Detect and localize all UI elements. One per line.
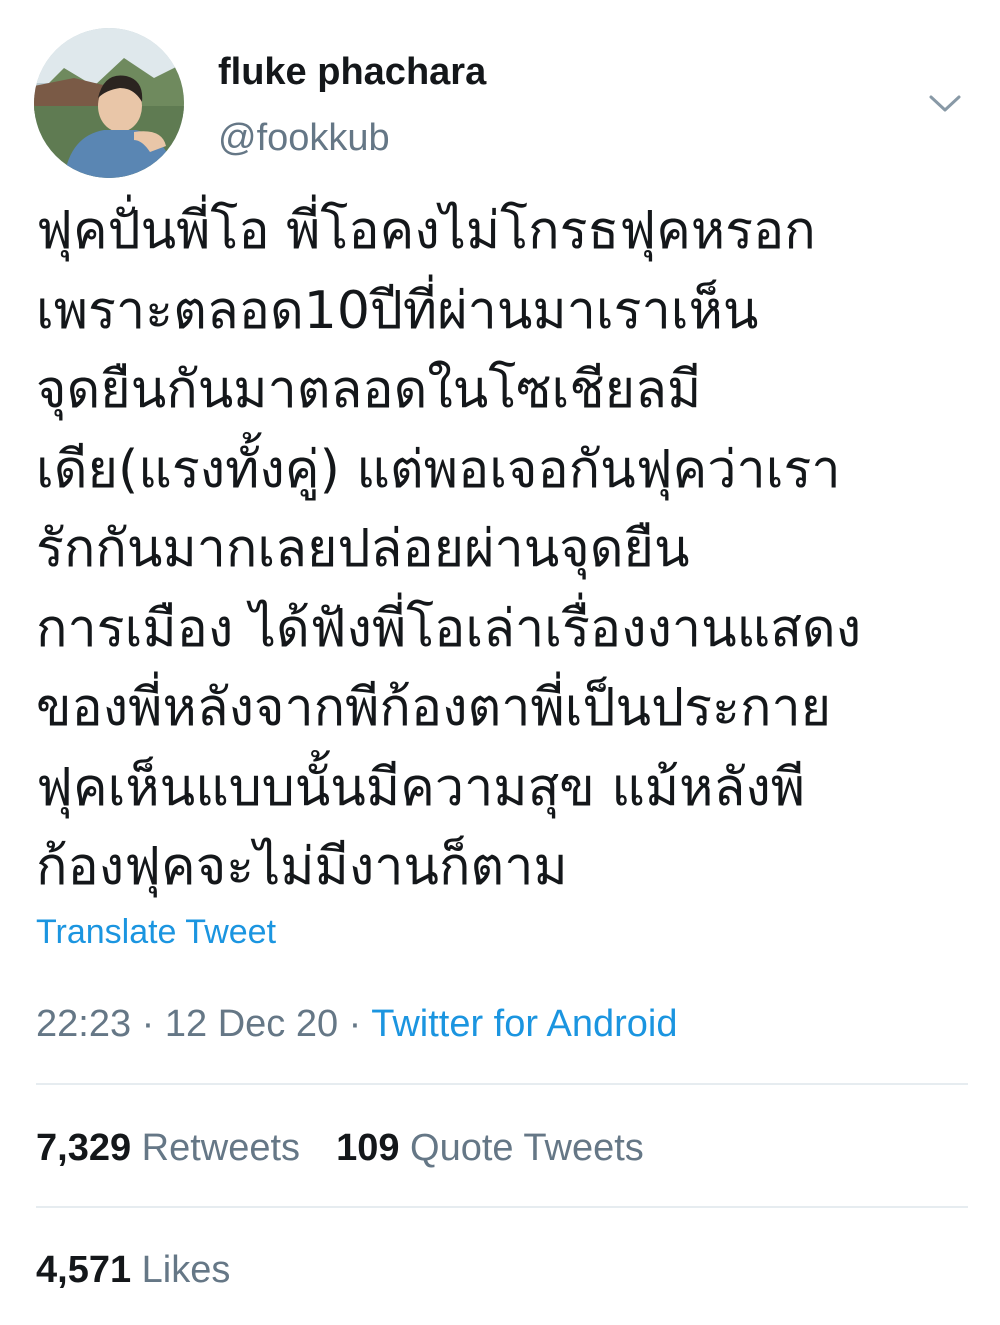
engagement-stats: 7,329 Retweets 109 Quote Tweets [36,1124,644,1172]
tweet-line: รักกันมากเลยปล่อยผ่านจุดยืน [36,519,690,579]
likes-label: Likes [131,1249,231,1291]
tweet-line: ฟุคเห็นแบบนั้นมีความสุข แม้หลังพี [36,757,805,818]
retweets-label: Retweets [131,1127,301,1169]
likes-row: 4,571 Likes [36,1246,230,1294]
user-handle[interactable]: @fookkub [218,114,390,162]
tweet-text: ฟุคปั่นพี่โอ พี่โอคงไม่โกรธฟุคหรอก เพราะ… [36,192,976,908]
translate-tweet-link[interactable]: Translate Tweet [36,910,276,954]
avatar[interactable] [34,28,184,178]
quote-tweets-count: 109 [336,1127,400,1169]
display-name[interactable]: fluke phachara [218,48,486,96]
tweet-line: ฟุคปั่นพี่โอ พี่โอคงไม่โกรธฟุคหรอก [36,201,816,261]
likes-stat[interactable]: 4,571 Likes [36,1246,230,1294]
divider [36,1083,968,1085]
retweets-stat[interactable]: 7,329 Retweets [36,1124,300,1172]
tweet-line: ก้องฟุคจะไม่มีงานก็ตาม [36,837,568,897]
quote-tweets-label: Quote Tweets [399,1127,644,1169]
tweet-line: การเมือง ได้ฟังพี่โอเล่าเรื่องงานแสดง [36,598,862,659]
quote-tweets-stat[interactable]: 109 Quote Tweets [336,1124,644,1172]
tweet-source-link[interactable]: Twitter for Android [371,1003,677,1045]
tweet-line: ของพี่หลังจากพีก้องตาพี่เป็นประกาย [36,678,832,738]
retweets-count: 7,329 [36,1127,132,1169]
tweet-line: เพราะตลอด10ปีที่ผ่านมาเราเห็น [36,280,759,341]
likes-count: 4,571 [36,1249,132,1291]
tweet-date: 12 Dec 20 [164,1003,339,1045]
tweet-line: เดีย(แรงทั้งคู่) แต่พอเจอกันฟุคว่าเรา [36,439,841,500]
more-options-button[interactable] [922,84,968,124]
tweet-meta: 22:23 · 12 Dec 20 · Twitter for Android [36,1000,677,1048]
meta-separator: · [338,1003,372,1045]
chevron-down-icon [929,95,961,112]
tweet-time: 22:23 [36,1003,132,1045]
tweet-line: จุดยืนกันมาตลอดในโซเชียลมี [36,360,702,420]
divider [36,1206,968,1208]
profile-photo [34,28,184,178]
meta-separator: · [131,1003,165,1045]
